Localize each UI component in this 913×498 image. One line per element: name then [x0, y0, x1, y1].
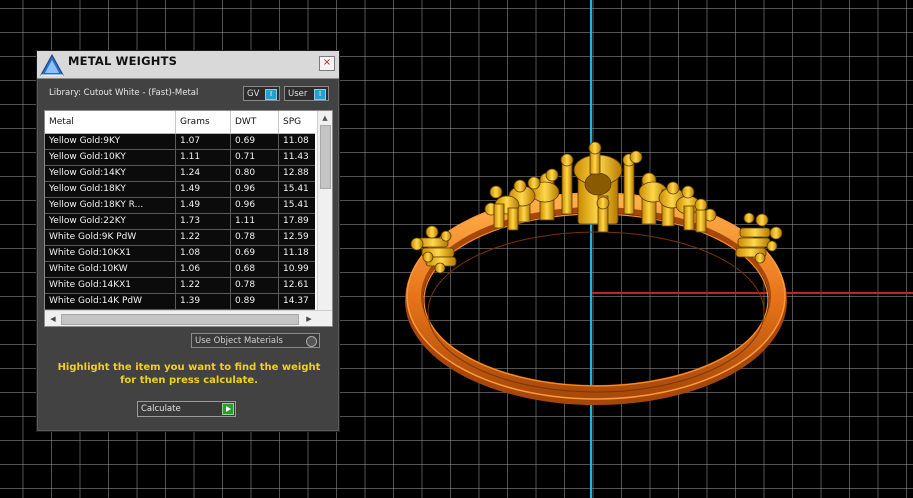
table-cell: 1.07 — [176, 134, 231, 149]
table-cell: Yellow Gold:22KY — [45, 214, 176, 229]
table-cell: Yellow Gold:10KY — [45, 150, 176, 165]
table-cell: 1.22 — [176, 230, 231, 245]
table-cell: 1.08 — [176, 246, 231, 261]
table-cell: 0.69 — [231, 246, 279, 261]
table-cell: 1.73 — [176, 214, 231, 229]
table-row[interactable]: White Gold:14KX1 1.22 0.78 12.61 — [45, 278, 315, 294]
table-cell: 1.22 — [176, 278, 231, 293]
table-row[interactable]: Yellow Gold:9KY 1.07 0.69 11.08 — [45, 134, 315, 150]
table-cell: 1.06 — [176, 262, 231, 277]
user-toggle[interactable]: User I — [284, 86, 329, 101]
metal-table[interactable]: Metal Grams DWT SPG Yellow Gold:9KY 1.07 0… — [44, 110, 333, 327]
table-cell: 0.71 — [231, 150, 279, 165]
table-body: Yellow Gold:9KY 1.07 0.69 11.08 Yellow Gold:… — [45, 134, 315, 310]
col-header-dwt[interactable]: DWT — [231, 111, 279, 133]
table-cell: 11.08 — [283, 136, 309, 146]
table-cell: 0.68 — [231, 262, 279, 277]
calculate-button[interactable]: Calculate — [137, 401, 236, 417]
horizontal-scrollbar[interactable]: ◀ ▶ — [45, 310, 332, 326]
table-cell: 12.61 — [283, 280, 309, 290]
table-cell: 1.24 — [176, 166, 231, 181]
user-toggle-label: User — [288, 89, 308, 99]
table-cell: 1.11 — [176, 150, 231, 165]
table-cell: White Gold:10KW — [45, 262, 176, 277]
table-cell: 0.80 — [231, 166, 279, 181]
use-object-materials-option[interactable]: Use Object Materials — [191, 333, 320, 348]
table-cell: 15.41 — [283, 200, 309, 210]
radio-icon[interactable] — [306, 336, 317, 347]
table-cell: Yellow Gold:18KY — [45, 182, 176, 197]
dialog-title: METAL WEIGHTS — [68, 54, 178, 68]
scroll-right-icon[interactable]: ▶ — [303, 313, 315, 325]
table-cell: 1.49 — [176, 182, 231, 197]
table-row[interactable]: White Gold:14K PdW 1.39 0.89 14.37 — [45, 294, 315, 310]
table-cell: 0.96 — [231, 198, 279, 213]
table-cell: 1.49 — [176, 198, 231, 213]
table-cell: Yellow Gold:14KY — [45, 166, 176, 181]
table-cell: White Gold:14KX1 — [45, 278, 176, 293]
instruction-text: Highlight the item you want to find the … — [51, 361, 327, 387]
app-logo-icon — [40, 53, 64, 76]
close-icon[interactable]: × — [319, 56, 335, 71]
table-cell: 11.43 — [283, 152, 309, 162]
table-header: Metal Grams DWT SPG — [45, 111, 315, 134]
table-cell: Yellow Gold:18KY R... — [45, 198, 176, 213]
metal-weights-dialog: METAL WEIGHTS × Library: Cutout White - … — [36, 50, 340, 432]
col-header-spg[interactable]: SPG — [279, 111, 315, 133]
col-header-grams[interactable]: Grams — [176, 111, 231, 133]
gv-toggle[interactable]: GV I — [243, 86, 280, 101]
instruction-line-2: for then press calculate. — [120, 375, 258, 386]
table-cell: 14.37 — [283, 296, 309, 306]
use-object-materials-label: Use Object Materials — [195, 336, 283, 346]
scroll-up-icon[interactable]: ▲ — [318, 113, 332, 123]
table-cell: Yellow Gold:9KY — [45, 134, 176, 149]
table-row[interactable]: Yellow Gold:22KY 1.73 1.11 17.89 — [45, 214, 315, 230]
table-cell: 1.11 — [231, 214, 279, 229]
table-cell: 10.99 — [283, 264, 309, 274]
table-cell: 1.39 — [176, 294, 231, 309]
table-cell: 0.78 — [231, 230, 279, 245]
toggle-indicator-icon: I — [265, 89, 277, 100]
table-cell: 11.18 — [283, 248, 309, 258]
horizontal-scroll-thumb[interactable] — [61, 314, 299, 325]
table-cell: 0.78 — [231, 278, 279, 293]
go-arrow-icon[interactable] — [222, 403, 234, 415]
col-header-metal[interactable]: Metal — [45, 111, 176, 133]
table-row[interactable]: Yellow Gold:18KY R... 1.49 0.96 15.41 — [45, 198, 315, 214]
table-row[interactable]: White Gold:10KW 1.06 0.68 10.99 — [45, 262, 315, 278]
ring-head — [410, 141, 783, 274]
table-cell: 0.89 — [231, 294, 279, 309]
instruction-line-1: Highlight the item you want to find the … — [57, 362, 321, 373]
vertical-scroll-thumb[interactable] — [320, 125, 331, 189]
library-label: Library: Cutout White - (Fast)-Metal — [49, 88, 199, 98]
toggle-indicator-icon: I — [314, 89, 326, 100]
table-row[interactable]: White Gold:9K PdW 1.22 0.78 12.59 — [45, 230, 315, 246]
table-cell: 12.59 — [283, 232, 309, 242]
table-cell: White Gold:9K PdW — [45, 230, 176, 245]
table-cell: 12.88 — [283, 168, 309, 178]
table-row[interactable]: White Gold:10KX1 1.08 0.69 11.18 — [45, 246, 315, 262]
gv-toggle-label: GV — [247, 89, 260, 99]
table-cell: White Gold:14K PdW — [45, 294, 176, 309]
table-cell: 0.96 — [231, 182, 279, 197]
table-row[interactable]: Yellow Gold:14KY 1.24 0.80 12.88 — [45, 166, 315, 182]
table-row[interactable]: Yellow Gold:10KY 1.11 0.71 11.43 — [45, 150, 315, 166]
table-cell: 15.41 — [283, 184, 309, 194]
table-cell: 17.89 — [283, 216, 309, 226]
dialog-titlebar[interactable]: METAL WEIGHTS × — [37, 51, 339, 79]
table-row[interactable]: Yellow Gold:18KY 1.49 0.96 15.41 — [45, 182, 315, 198]
scroll-left-icon[interactable]: ◀ — [47, 313, 59, 325]
table-cell: 0.69 — [231, 134, 279, 149]
calculate-label: Calculate — [141, 404, 181, 414]
vertical-scrollbar[interactable]: ▲ — [317, 111, 332, 310]
table-cell: White Gold:10KX1 — [45, 246, 176, 261]
